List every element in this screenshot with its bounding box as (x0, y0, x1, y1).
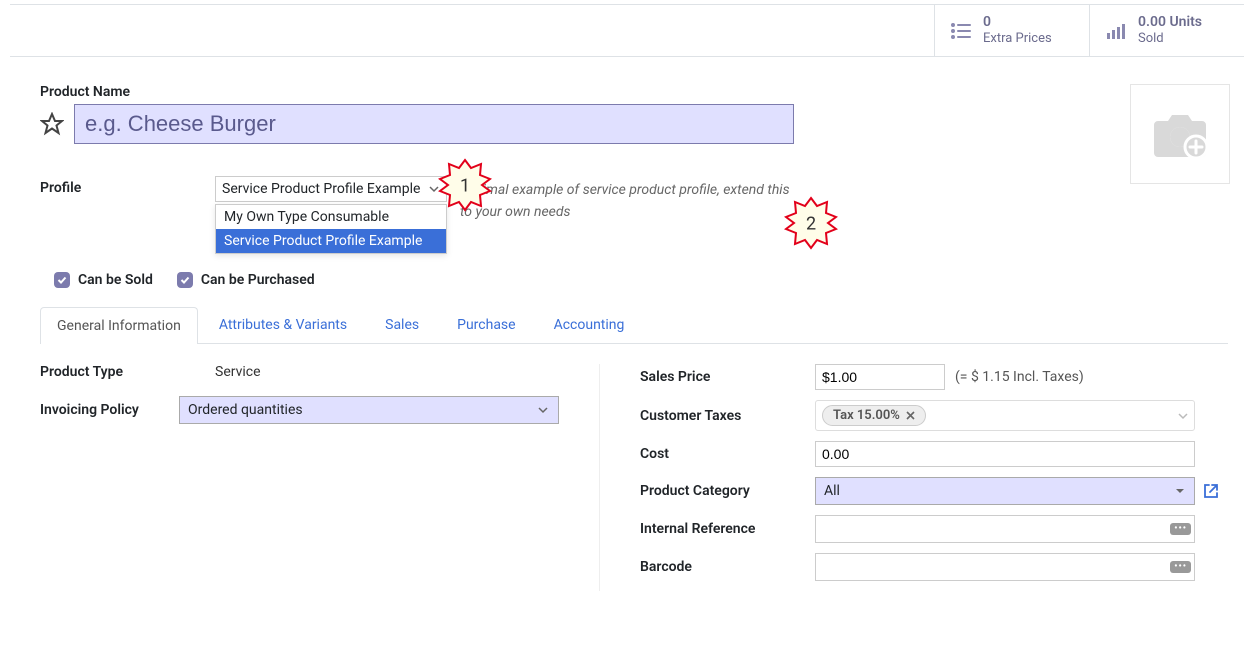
bars-icon (1104, 19, 1128, 43)
sales-price-incl-note: (= $ 1.15 Incl. Taxes) (955, 369, 1084, 385)
invoicing-policy-label: Invoicing Policy (40, 402, 179, 418)
sold-stat[interactable]: 0.00 Units Sold (1089, 5, 1244, 56)
barcode-input[interactable] (815, 553, 1195, 581)
close-icon[interactable] (906, 411, 915, 420)
extra-prices-count: 0 (983, 14, 1052, 31)
tab-attributes-variants[interactable]: Attributes & Variants (202, 306, 364, 343)
can-be-sold-label: Can be Sold (78, 272, 153, 288)
svg-text:1: 1 (460, 176, 470, 197)
external-link-icon[interactable] (1203, 483, 1219, 499)
sales-price-label: Sales Price (640, 369, 815, 385)
form-tabs: General Information Attributes & Variant… (40, 306, 1228, 344)
list-icon (949, 19, 973, 43)
extra-prices-stat[interactable]: 0 Extra Prices (934, 5, 1089, 56)
svg-text:2: 2 (806, 214, 816, 235)
internal-reference-label: Internal Reference (640, 521, 815, 537)
chevron-down-icon (537, 404, 549, 416)
product-type-label: Product Type (40, 364, 215, 380)
sales-price-input[interactable] (815, 364, 945, 390)
tab-purchase[interactable]: Purchase (440, 306, 532, 343)
sold-count: 0.00 Units (1138, 14, 1202, 31)
tab-sales[interactable]: Sales (368, 306, 436, 343)
tab-accounting[interactable]: Accounting (537, 306, 642, 343)
product-image-upload[interactable] (1130, 84, 1230, 184)
can-be-purchased-checkbox[interactable]: Can be Purchased (177, 272, 315, 288)
extra-prices-label: Extra Prices (983, 31, 1052, 47)
product-category-select[interactable]: All (815, 477, 1195, 505)
customer-taxes-label: Customer Taxes (640, 408, 815, 424)
profile-select-value: Service Product Profile Example (222, 181, 420, 197)
stat-buttons: 0 Extra Prices 0.00 Units Sold (10, 4, 1244, 57)
internal-reference-input[interactable] (815, 515, 1195, 543)
profile-description: Minimal example of service product profi… (460, 180, 800, 223)
check-icon (177, 272, 193, 288)
invoicing-policy-select[interactable]: Ordered quantities (179, 396, 559, 424)
profile-dropdown: My Own Type Consumable Service Product P… (215, 204, 447, 254)
product-name-input[interactable] (74, 104, 794, 144)
barcode-label: Barcode (640, 559, 815, 575)
camera-plus-icon (1148, 107, 1212, 161)
product-type-value: Service (215, 364, 261, 380)
caret-down-icon (1175, 486, 1185, 496)
customer-taxes-field[interactable]: Tax 15.00% (815, 400, 1195, 431)
profile-label: Profile (40, 176, 175, 196)
profile-option-service[interactable]: Service Product Profile Example (216, 229, 446, 253)
product-category-label: Product Category (640, 483, 815, 499)
profile-select[interactable]: Service Product Profile Example (215, 176, 447, 202)
product-name-label: Product Name (40, 84, 1228, 100)
can-be-purchased-label: Can be Purchased (201, 272, 315, 288)
chevron-down-icon (1178, 411, 1188, 421)
favorite-star-icon[interactable] (40, 112, 64, 136)
translate-icon[interactable]: ••• (1170, 561, 1191, 573)
tab-general-information[interactable]: General Information (40, 307, 198, 344)
sold-label: Sold (1138, 31, 1202, 47)
profile-option-consumable[interactable]: My Own Type Consumable (216, 205, 446, 229)
translate-icon[interactable]: ••• (1170, 523, 1191, 535)
cost-label: Cost (640, 446, 815, 462)
tax-tag[interactable]: Tax 15.00% (822, 405, 926, 426)
cost-input[interactable] (815, 441, 1195, 467)
annotation-2: 2 (784, 196, 838, 250)
annotation-1: 1 (438, 158, 492, 212)
can-be-sold-checkbox[interactable]: Can be Sold (54, 272, 153, 288)
check-icon (54, 272, 70, 288)
